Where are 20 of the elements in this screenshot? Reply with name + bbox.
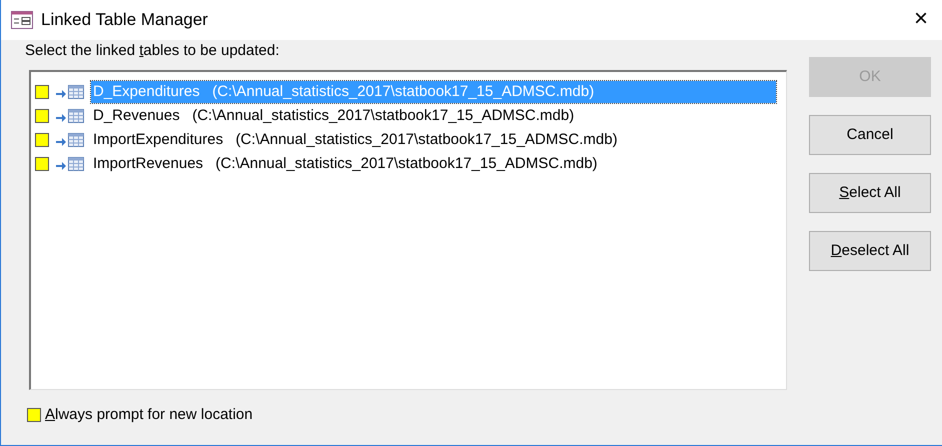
table-entry[interactable]: D_Revenues (C:\Annual_statistics_2017\statbook17_15_ADMSC.mdb) (91, 104, 576, 128)
checkbox[interactable] (27, 408, 41, 422)
table-entry[interactable]: ImportRevenues (C:\Annual_statistics_2017\statbook17_15_ADMSC.mdb) (91, 152, 600, 176)
linked-table-icon (55, 108, 85, 124)
checkbox[interactable] (35, 85, 49, 99)
checkbox[interactable] (35, 157, 49, 171)
form-icon (11, 11, 33, 29)
window-title: Linked Table Manager (41, 9, 208, 32)
dialog-button[interactable]: Deselect All (809, 231, 931, 271)
dialog-button[interactable]: Cancel (809, 115, 931, 155)
linked-table-icon (55, 132, 85, 148)
checkbox[interactable] (35, 133, 49, 147)
linked-table-icon (55, 84, 85, 100)
checkbox-label[interactable]: Always prompt for new location (45, 404, 253, 426)
dialog-button[interactable]: Select All (809, 173, 931, 213)
instruction-label: Select the linked tables to be updated: (25, 41, 280, 60)
close-button[interactable]: × (910, 7, 932, 31)
linked-table-icon (55, 156, 85, 172)
checkbox[interactable] (35, 109, 49, 123)
table-entry[interactable]: ImportExpenditures (C:\Annual_statistics_2017\statbook17_15_ADMSC.mdb) (91, 128, 620, 152)
